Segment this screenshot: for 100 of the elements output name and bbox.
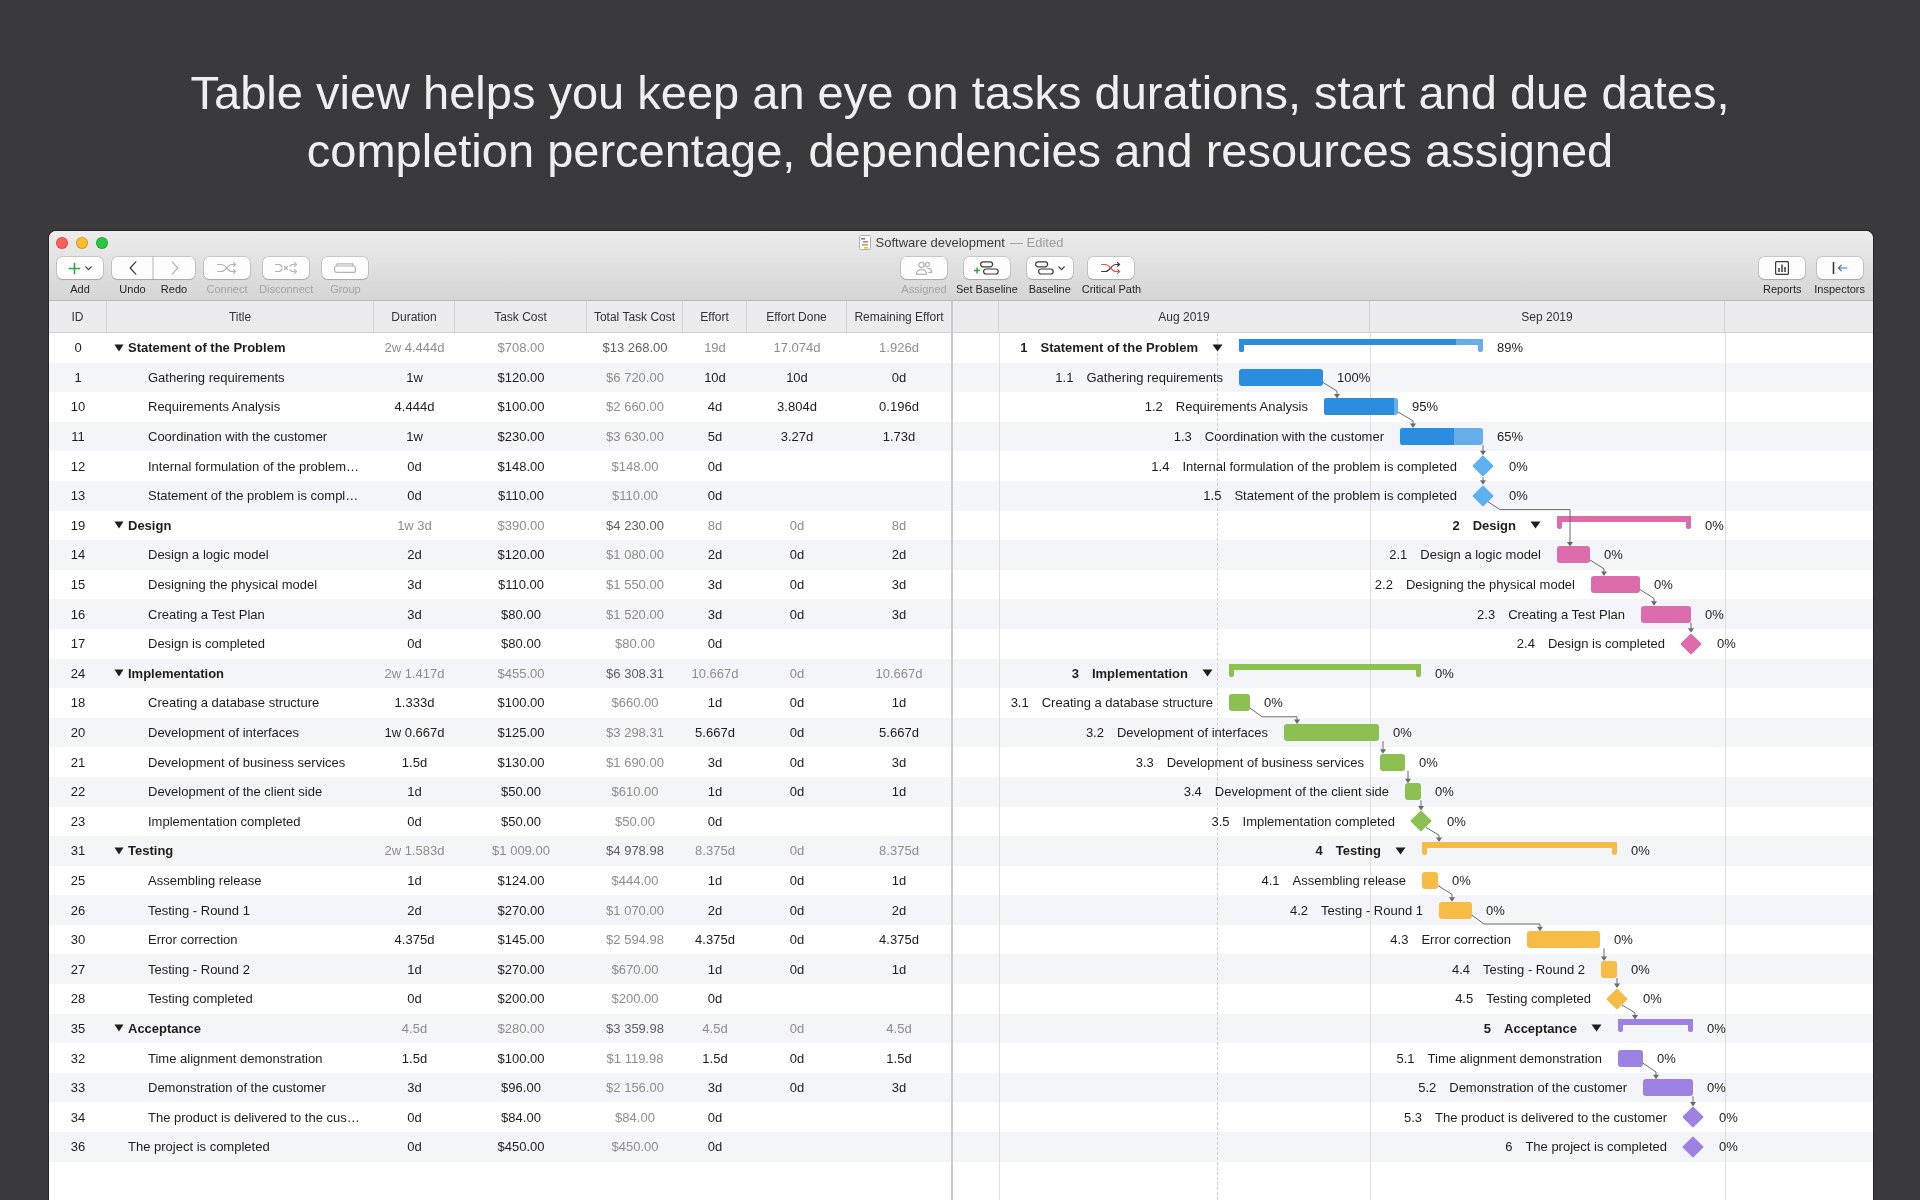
summary-bar[interactable] — [1229, 664, 1421, 678]
set-baseline-button[interactable] — [963, 257, 1010, 279]
table-row[interactable]: 26 Testing - Round 1 2d $270.00 $1 070.00 2d 0d 2d — [49, 895, 951, 925]
column-header[interactable]: Title — [107, 301, 374, 332]
table-row[interactable]: 20 Development of interfaces 1w 0.667d $125.00 $3 298.31 5.667d 0d 5.667d — [49, 717, 951, 748]
task-bar[interactable] — [1229, 694, 1250, 712]
disclosure-triangle-icon[interactable] — [114, 343, 124, 352]
disclosure-triangle-icon[interactable] — [1395, 846, 1406, 855]
gantt-row[interactable]: 3.3 Development of business services 0% — [953, 747, 1873, 777]
disclosure-triangle-icon[interactable] — [114, 1024, 124, 1033]
table-row[interactable]: 13 Statement of the problem is compl… 0d $110.00 $110.00 0d — [49, 480, 951, 511]
add-button[interactable] — [57, 257, 103, 279]
window-close-button[interactable] — [56, 236, 68, 249]
table-row[interactable]: 21 Development of business services 1.5d $130.00 $1 690.00 3d 0d 3d — [49, 747, 951, 777]
gantt-row[interactable]: 4.4 Testing - Round 2 0% — [953, 954, 1873, 985]
table-row[interactable]: 19 Design 1w 3d $390.00 $4 230.00 8d 0d 8d — [49, 510, 951, 541]
gantt-row[interactable]: 3 Implementation 0% — [953, 658, 1873, 689]
gantt-row[interactable]: 4.2 Testing - Round 1 0% — [953, 895, 1873, 925]
gantt-row[interactable]: 4.3 Error correction 0% — [953, 924, 1873, 955]
table-row[interactable]: 28 Testing completed 0d $200.00 $200.00 0d — [49, 984, 951, 1014]
column-header[interactable]: Remaining Effort — [847, 301, 951, 332]
task-bar[interactable] — [1400, 428, 1483, 446]
table-row[interactable]: 36 The project is completed 0d $450.00 $450.00 0d — [49, 1132, 951, 1162]
task-bar[interactable] — [1527, 931, 1600, 949]
diamond-icon[interactable] — [1410, 810, 1432, 833]
table-row[interactable]: 22 Development of the client side 1d $50.00 $610.00 1d 0d 1d — [49, 776, 951, 807]
task-bar[interactable] — [1557, 546, 1590, 564]
gantt-row[interactable]: 5.1 Time alignment demonstration 0% — [953, 1043, 1873, 1073]
table-row[interactable]: 15 Designing the physical model 3d $110.00 $1 550.00 3d 0d 3d — [49, 569, 951, 600]
diamond-icon[interactable] — [1472, 455, 1494, 478]
summary-bar[interactable] — [1618, 1019, 1693, 1033]
column-header[interactable]: Duration — [374, 301, 455, 332]
table-row[interactable]: 30 Error correction 4.375d $145.00 $2 594.98 4.375d 0d 4.375d — [49, 924, 951, 955]
disclosure-triangle-icon[interactable] — [1530, 521, 1541, 530]
gantt-row[interactable]: 3.2 Development of interfaces 0% — [953, 717, 1873, 748]
task-bar[interactable] — [1618, 1049, 1643, 1067]
gantt-row[interactable]: 3.1 Creating a database structure 0% — [953, 688, 1873, 718]
diamond-icon[interactable] — [1680, 632, 1702, 655]
column-header[interactable]: Effort Done — [747, 301, 847, 332]
gantt-row[interactable]: 4.1 Assembling release 0% — [953, 865, 1873, 896]
task-bar[interactable] — [1324, 398, 1398, 416]
gantt-row[interactable]: 4 Testing 0% — [953, 836, 1873, 866]
column-header[interactable]: ID — [49, 301, 107, 332]
task-bar[interactable] — [1405, 783, 1421, 801]
table-row[interactable]: 31 Testing 2w 1.583d $1 009.00 $4 978.98 8.375d 0d 8.375d — [49, 836, 951, 866]
disclosure-triangle-icon[interactable] — [1591, 1024, 1602, 1033]
reports-button[interactable] — [1759, 257, 1806, 279]
gantt-row[interactable]: 3.5 Implementation completed 0% — [953, 806, 1873, 837]
gantt-row[interactable]: 6 The project is completed 0% — [953, 1132, 1873, 1162]
table-row[interactable]: 16 Creating a Test Plan 3d $80.00 $1 520.00 3d 0d 3d — [49, 599, 951, 629]
critical-path-button[interactable] — [1088, 257, 1135, 279]
table-row[interactable]: 33 Demonstration of the customer 3d $96.00 $2 156.00 3d 0d 3d — [49, 1072, 951, 1103]
task-bar[interactable] — [1439, 901, 1472, 919]
summary-bar[interactable] — [1239, 338, 1483, 352]
column-header[interactable]: Total Task Cost — [587, 301, 683, 332]
gantt-row[interactable]: 4.5 Testing completed 0% — [953, 984, 1873, 1014]
gantt-row[interactable]: 3.4 Development of the client side 0% — [953, 776, 1873, 807]
window-zoom-button[interactable] — [96, 236, 108, 249]
table-row[interactable]: 27 Testing - Round 2 1d $270.00 $670.00 1d 0d 1d — [49, 954, 951, 985]
table-row[interactable]: 11 Coordination with the customer 1w $230.00 $3 630.00 5d 3.27d 1.73d — [49, 421, 951, 452]
diamond-icon[interactable] — [1682, 1135, 1704, 1158]
gantt-row[interactable]: 1.4 Internal formulation of the problem is completed 0% — [953, 451, 1873, 481]
inspectors-button[interactable] — [1816, 257, 1863, 279]
table-row[interactable]: 24 Implementation 2w 1.417d $455.00 $6 308.31 10.667d 0d 10.667d — [49, 658, 951, 689]
gantt-row[interactable]: 1.3 Coordination with the customer 65% — [953, 421, 1873, 452]
table-row[interactable]: 10 Requirements Analysis 4.444d $100.00 $2 660.00 4d 3.804d 0.196d — [49, 392, 951, 422]
gantt-row[interactable]: 5.3 The product is delivered to the customer 0% — [953, 1102, 1873, 1133]
gantt-row[interactable]: 1.2 Requirements Analysis 95% — [953, 392, 1873, 422]
diamond-icon[interactable] — [1606, 987, 1628, 1010]
task-bar[interactable] — [1380, 753, 1405, 771]
disclosure-triangle-icon[interactable] — [114, 669, 124, 678]
disclosure-triangle-icon[interactable] — [1202, 669, 1213, 678]
disclosure-triangle-icon[interactable] — [114, 521, 124, 530]
table-row[interactable]: 32 Time alignment demonstration 1.5d $100.00 $1 119.98 1.5d 0d 1.5d — [49, 1043, 951, 1073]
task-bar[interactable] — [1641, 605, 1691, 623]
gantt-row[interactable]: 2.4 Design is completed 0% — [953, 628, 1873, 659]
summary-bar[interactable] — [1557, 516, 1691, 530]
table-row[interactable]: 34 The product is delivered to the cus… 0d $84.00 $84.00 0d — [49, 1102, 951, 1133]
gantt-row[interactable]: 2.2 Designing the physical model 0% — [953, 569, 1873, 600]
disclosure-triangle-icon[interactable] — [114, 846, 124, 855]
baseline-button[interactable] — [1026, 257, 1073, 279]
diamond-icon[interactable] — [1472, 484, 1494, 507]
gantt-row[interactable]: 5 Acceptance 0% — [953, 1013, 1873, 1044]
gantt-row[interactable]: 2.1 Design a logic model 0% — [953, 540, 1873, 570]
diamond-icon[interactable] — [1682, 1106, 1704, 1129]
summary-bar[interactable] — [1422, 841, 1617, 855]
gantt-row[interactable]: 1.5 Statement of the problem is completed 0% — [953, 480, 1873, 511]
gantt-row[interactable]: 2 Design 0% — [953, 510, 1873, 541]
undo-button[interactable] — [112, 257, 153, 279]
table-row[interactable]: 12 Internal formulation of the problem… 0d $148.00 $148.00 0d — [49, 451, 951, 481]
table-row[interactable]: 23 Implementation completed 0d $50.00 $50.00 0d — [49, 806, 951, 837]
table-row[interactable]: 35 Acceptance 4.5d $280.00 $3 359.98 4.5d 0d 4.5d — [49, 1013, 951, 1044]
gantt-row[interactable]: 1 Statement of the Problem 89% — [953, 333, 1873, 363]
disclosure-triangle-icon[interactable] — [1212, 343, 1223, 352]
table-row[interactable]: 0 Statement of the Problem 2w 4.444d $708.00 $13 268.00 19d 17.074d 1.926d — [49, 333, 951, 363]
table-row[interactable]: 14 Design a logic model 2d $120.00 $1 080.00 2d 0d 2d — [49, 540, 951, 570]
task-bar[interactable] — [1643, 1079, 1693, 1097]
column-header[interactable]: Effort — [683, 301, 747, 332]
task-bar[interactable] — [1601, 960, 1617, 978]
table-row[interactable]: 18 Creating a database structure 1.333d $100.00 $660.00 1d 0d 1d — [49, 688, 951, 718]
